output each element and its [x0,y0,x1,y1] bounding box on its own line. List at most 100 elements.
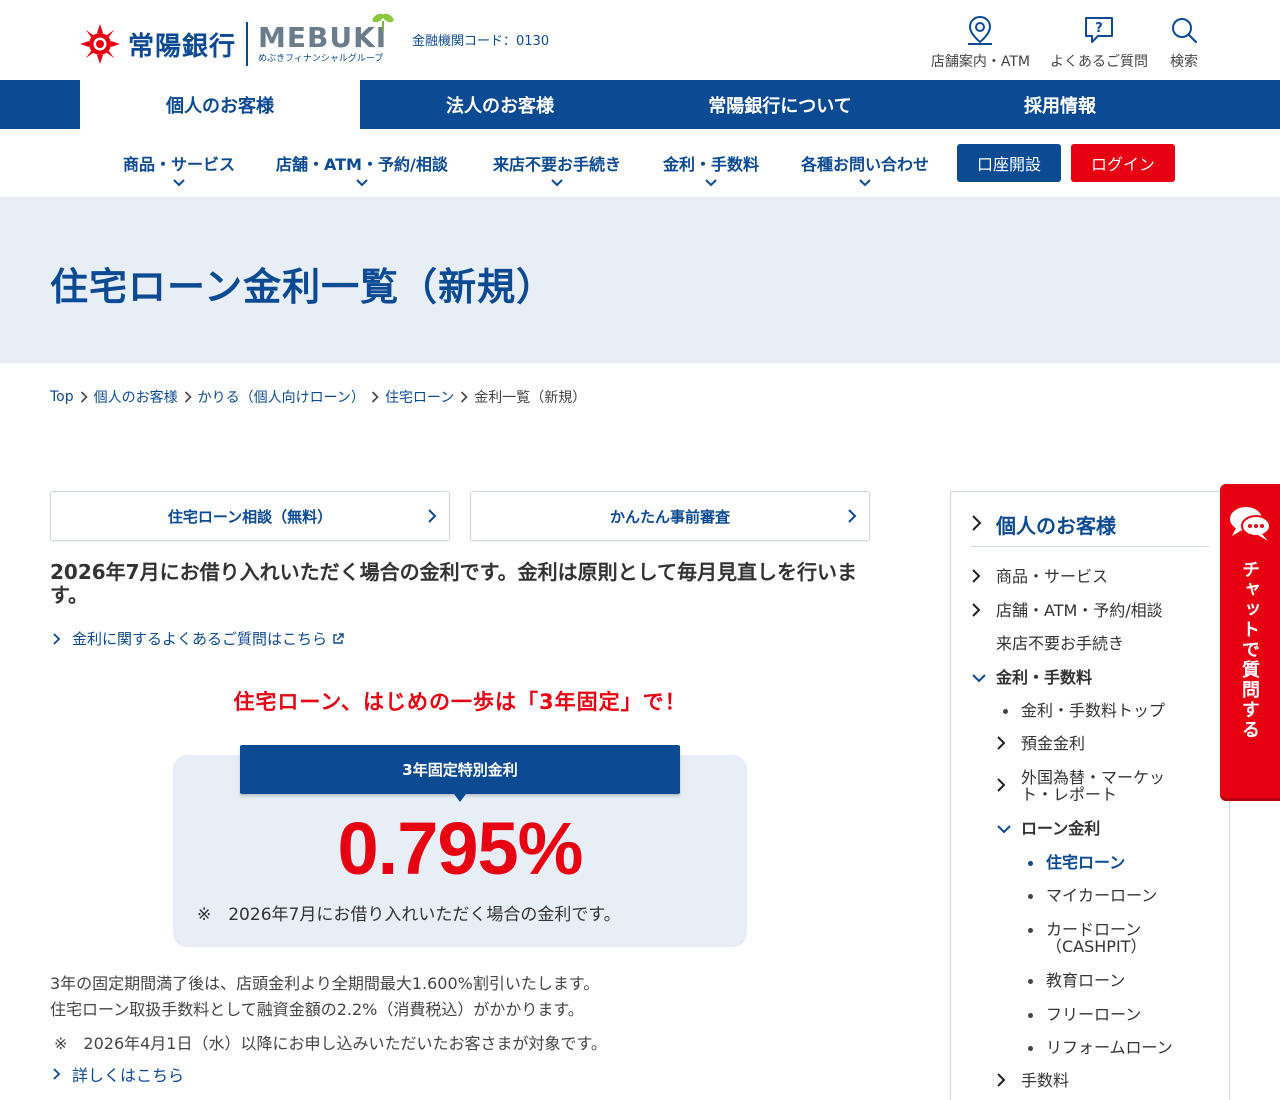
chevron-right-icon [972,569,981,583]
util-search-label: 検索 [1170,54,1198,70]
snav-online-procedures[interactable]: 来店不要お手続き [493,151,621,187]
chevron-right-icon [848,509,857,523]
side-item-reform-loan-label: リフォームローン [1046,1038,1173,1057]
snav-rates-fees[interactable]: 金利・手数料 [663,151,759,187]
snav-inquiries-label: 各種お問い合わせ [801,155,930,174]
chevron-right-icon [80,391,88,403]
chevron-right-icon [53,632,61,645]
chevron-right-icon [972,515,982,531]
site-header: 常陽銀行 MEBUKI めぶきフィナンシャルグループ 金融機関コード：0130 … [0,0,1280,80]
breadcrumb-housing-loan[interactable]: 住宅ローン [385,387,454,407]
side-item-education-loan-label: 教育ローン [1046,971,1126,990]
condition-note: ※ 2026年4月1日（水）以降にお申し込みいただいたお客さまが対象です。 [54,1034,607,1053]
side-item-forex[interactable]: 外国為替・マーケット・レポート [996,769,1186,803]
condition-text-1: 3年の固定期間満了後は、店頭金利より全期間最大1.600%割引いたします。 [50,974,600,993]
consult-button[interactable]: 住宅ローン相談（無料） [50,491,450,541]
bank-code: 金融機関コード：0130 [412,34,550,49]
precheck-button-label: かんたん事前審査 [609,507,730,526]
chevron-down-icon [551,179,563,187]
util-store-atm[interactable]: 店舗案内・ATM [931,14,1030,71]
side-item-card-loan[interactable]: カードローン（CASHPIT） [1021,921,1171,955]
gnav-tab-personal[interactable]: 個人のお客様 [80,80,360,129]
faq-link-label: 金利に関するよくあるご質問はこちら [72,630,328,648]
precheck-button[interactable]: かんたん事前審査 [470,491,870,541]
rate-badge: 3年固定特別金利 [240,745,680,802]
breadcrumb-top[interactable]: Top [50,389,74,405]
chevron-right-icon [184,391,192,403]
svg-text:?: ? [1095,21,1103,36]
snav-stores-label: 店舗・ATM・予約/相談 [276,155,448,174]
snav-products[interactable]: 商品・サービス [123,151,235,187]
chat-bubble-icon [1230,507,1271,541]
chat-button-label: チャットで質問する [1239,560,1260,740]
chevron-right-icon [371,391,379,403]
chevron-down-icon [173,179,185,187]
group-logo-word: MEBUKI [258,21,388,54]
open-account-button[interactable]: 口座開設 [957,144,1061,182]
side-item-rates-top-label: 金利・手数料トップ [1021,701,1166,720]
faq-link[interactable]: 金利に関するよくあるご質問はこちら [50,628,345,649]
side-item-car-loan-label: マイカーローン [1046,886,1158,905]
bank-name: 常陽銀行 [128,31,237,62]
side-item-fees-label: 手数料 [1021,1071,1070,1090]
chevron-down-icon [705,179,717,187]
side-nav-head[interactable]: 個人のお客様 [971,510,1209,547]
side-item-card-loan-label: カードローン（CASHPIT） [1046,920,1147,956]
chevron-right-icon [428,509,437,523]
detail-link[interactable]: 詳しくはこちら [50,1062,184,1086]
side-item-loan-rates[interactable]: ローン金利 [996,820,1100,837]
search-icon [1172,18,1198,44]
side-item-rates-label: 金利・手数料 [996,668,1093,687]
side-item-products[interactable]: 商品・サービス [971,568,1108,585]
util-search[interactable]: 検索 [1168,14,1200,71]
breadcrumb-borrow[interactable]: かりる（個人向けローン） [198,387,365,407]
util-faq-label: よくあるご質問 [1050,54,1148,70]
global-nav: 個人のお客様 法人のお客様 常陽銀行について 採用情報 [0,80,1280,129]
side-item-rates-fees[interactable]: 金利・手数料 [971,669,1092,686]
side-item-products-label: 商品・サービス [996,567,1109,586]
side-item-rates-top[interactable]: 金利・手数料トップ [996,702,1165,719]
util-faq[interactable]: ? よくあるご質問 [1050,14,1148,71]
chevron-right-icon [997,736,1006,750]
side-item-fees[interactable]: 手数料 [996,1072,1069,1089]
snav-products-label: 商品・サービス [123,155,236,174]
gnav-tab-about[interactable]: 常陽銀行について [640,80,920,129]
side-item-deposit-label: 預金金利 [1021,734,1086,753]
page-title: 住宅ローン金利一覧（新規） [50,265,556,309]
chevron-right-icon [461,391,468,403]
login-button[interactable]: ログイン [1071,144,1175,182]
question-bubble-icon: ? [1085,17,1113,43]
gnav-tab-corporate[interactable]: 法人のお客様 [360,80,640,129]
map-pin-icon [968,15,993,45]
snav-online-label: 来店不要お手続き [493,155,622,174]
condition-text-2: 住宅ローン取扱手数料として融資金額の2.2%（消費税込）がかかります。 [50,1000,584,1019]
side-item-reform-loan[interactable]: リフォームローン [1021,1039,1173,1056]
chevron-down-icon [859,179,871,187]
chevron-right-icon [997,1073,1006,1087]
bank-logo[interactable]: 常陽銀行 MEBUKI めぶきフィナンシャルグループ [80,13,394,66]
chevron-down-icon [356,179,368,187]
breadcrumb-current: 金利一覧（新規） [474,390,587,406]
side-item-housing-loan[interactable]: 住宅ローン [1021,854,1125,871]
side-item-loan-rates-label: ローン金利 [1021,819,1101,838]
sun-logo-icon [80,24,120,64]
util-store-atm-label: 店舗案内・ATM [930,54,1030,70]
logo-divider [246,22,249,66]
chevron-right-icon [53,1068,61,1080]
side-item-car-loan[interactable]: マイカーローン [1021,887,1157,904]
lead-text: 2026年7月にお借り入れいただく場合の金利です。金利は原則として毎月見直しを行… [50,560,857,607]
consult-button-label: 住宅ローン相談（無料） [167,507,333,526]
side-item-online[interactable]: 来店不要お手続き [996,635,1124,652]
side-item-education-loan[interactable]: 教育ローン [1021,972,1125,989]
chat-button[interactable]: チャットで質問する [1220,484,1280,798]
side-item-stores[interactable]: 店舗・ATM・予約/相談 [971,602,1163,619]
gnav-tab-recruit[interactable]: 採用情報 [920,80,1200,129]
snav-inquiries[interactable]: 各種お問い合わせ [801,151,929,187]
detail-link-label: 詳しくはこちら [72,1066,185,1085]
breadcrumb-personal[interactable]: 個人のお客様 [94,387,178,407]
snav-stores[interactable]: 店舗・ATM・予約/相談 [276,151,448,187]
side-item-free-loan[interactable]: フリーローン [1021,1006,1141,1023]
rate-note: ※ 2026年7月にお借り入れいただく場合の金利です。 [197,905,621,925]
title-band: 住宅ローン金利一覧（新規） [0,197,1280,363]
side-item-deposit[interactable]: 預金金利 [996,735,1085,752]
